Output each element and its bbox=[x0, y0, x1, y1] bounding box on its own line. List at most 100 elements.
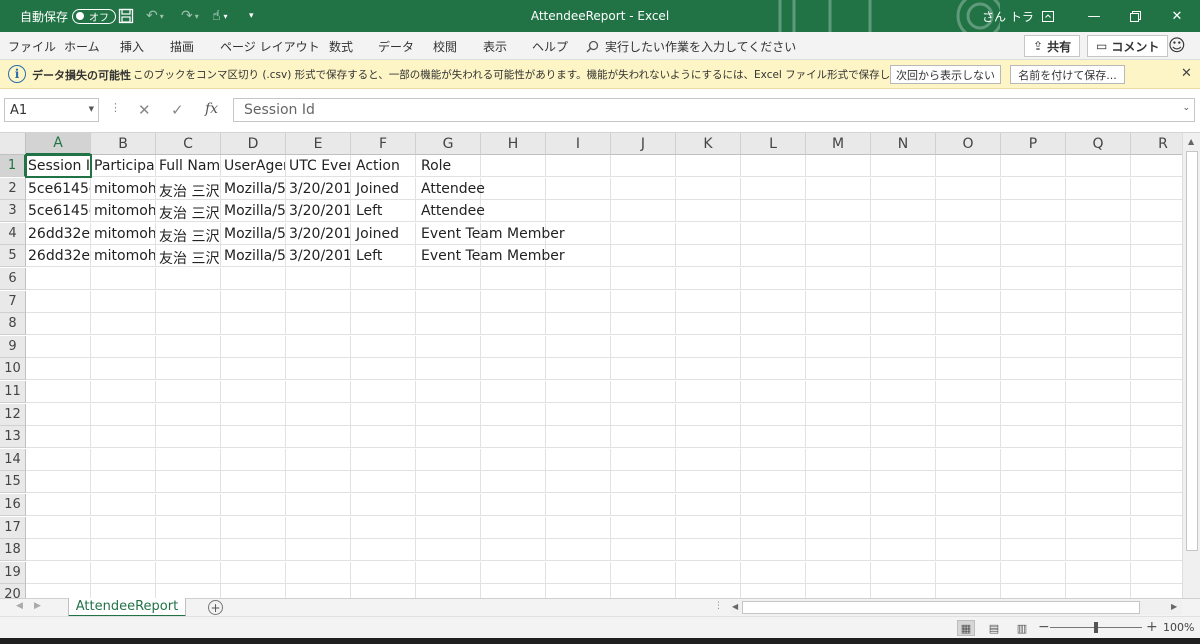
cell-d16[interactable] bbox=[221, 494, 286, 516]
column-header-i[interactable]: I bbox=[546, 133, 611, 155]
cell-m4[interactable] bbox=[806, 222, 871, 245]
cell-q3[interactable] bbox=[1066, 200, 1131, 223]
cell-l17[interactable] bbox=[741, 516, 806, 539]
cell-q11[interactable] bbox=[1066, 381, 1131, 403]
expand-formula-icon[interactable]: ⌄ bbox=[1182, 103, 1190, 113]
cell-b6[interactable] bbox=[91, 268, 156, 290]
cell-p13[interactable] bbox=[1001, 426, 1066, 449]
cell-p1[interactable] bbox=[1001, 155, 1066, 177]
cell-e20[interactable] bbox=[286, 584, 351, 598]
cell-a1[interactable]: Session Id bbox=[25, 154, 92, 178]
column-header-h[interactable]: H bbox=[481, 133, 546, 155]
cell-b13[interactable] bbox=[91, 426, 156, 449]
cell-g17[interactable] bbox=[416, 516, 481, 539]
cell-d8[interactable] bbox=[221, 313, 286, 336]
cell-j9[interactable] bbox=[611, 335, 676, 358]
cell-i19[interactable] bbox=[546, 561, 611, 584]
comments-button[interactable]: ▭ コメント bbox=[1087, 35, 1169, 57]
column-header-b[interactable]: B bbox=[91, 133, 156, 155]
cell-q16[interactable] bbox=[1066, 494, 1131, 516]
message-close-icon[interactable]: ✕ bbox=[1181, 66, 1192, 81]
cell-l4[interactable] bbox=[741, 222, 806, 245]
cell-i20[interactable] bbox=[546, 584, 611, 598]
cell-k15[interactable] bbox=[676, 471, 741, 494]
cell-j12[interactable] bbox=[611, 403, 676, 426]
cell-j14[interactable] bbox=[611, 448, 676, 471]
tab-draw[interactable]: 描画 bbox=[170, 32, 194, 60]
cell-p14[interactable] bbox=[1001, 448, 1066, 471]
cell-g19[interactable] bbox=[416, 561, 481, 584]
cell-p5[interactable] bbox=[1001, 245, 1066, 268]
column-header-l[interactable]: L bbox=[741, 133, 806, 155]
cell-l15[interactable] bbox=[741, 471, 806, 494]
cell-d9[interactable] bbox=[221, 335, 286, 358]
cell-h9[interactable] bbox=[481, 335, 546, 358]
row-header-5[interactable]: 5 bbox=[0, 245, 26, 268]
cell-p16[interactable] bbox=[1001, 494, 1066, 516]
prev-sheet-icon[interactable]: ◀ bbox=[16, 601, 23, 611]
cell-g13[interactable] bbox=[416, 426, 481, 449]
cell-b18[interactable] bbox=[91, 539, 156, 562]
cell-j5[interactable] bbox=[611, 245, 676, 268]
cell-n1[interactable] bbox=[871, 155, 936, 177]
redo-icon[interactable]: ↷ ▾ bbox=[181, 0, 199, 32]
cell-i18[interactable] bbox=[546, 539, 611, 562]
cell-j11[interactable] bbox=[611, 381, 676, 403]
cell-i10[interactable] bbox=[546, 358, 611, 381]
cell-p18[interactable] bbox=[1001, 539, 1066, 562]
cell-c14[interactable] bbox=[156, 448, 221, 471]
row-header-3[interactable]: 3 bbox=[0, 200, 26, 223]
cell-f17[interactable] bbox=[351, 516, 416, 539]
cell-f15[interactable] bbox=[351, 471, 416, 494]
insert-function-icon[interactable]: fx bbox=[205, 101, 218, 117]
zoom-out-icon[interactable]: − bbox=[1038, 619, 1050, 635]
vertical-scroll-thumb[interactable] bbox=[1186, 151, 1198, 551]
cell-m19[interactable] bbox=[806, 561, 871, 584]
cell-b2[interactable]: mitomoha bbox=[91, 177, 156, 200]
cell-a16[interactable] bbox=[26, 494, 91, 516]
cell-a13[interactable] bbox=[26, 426, 91, 449]
cell-n20[interactable] bbox=[871, 584, 936, 598]
scroll-right-icon[interactable]: ▶ bbox=[1171, 602, 1177, 611]
cell-k5[interactable] bbox=[676, 245, 741, 268]
cell-j4[interactable] bbox=[611, 222, 676, 245]
cell-l12[interactable] bbox=[741, 403, 806, 426]
cell-o17[interactable] bbox=[936, 516, 1001, 539]
row-header-17[interactable]: 17 bbox=[0, 516, 26, 539]
cell-m15[interactable] bbox=[806, 471, 871, 494]
page-break-preview-icon[interactable]: ▥ bbox=[1013, 620, 1031, 636]
cell-o11[interactable] bbox=[936, 381, 1001, 403]
cancel-icon[interactable]: ✕ bbox=[138, 101, 151, 119]
chevron-down-icon[interactable]: ▼ bbox=[89, 105, 94, 113]
select-all-corner[interactable] bbox=[0, 133, 26, 155]
cell-d15[interactable] bbox=[221, 471, 286, 494]
cell-e19[interactable] bbox=[286, 561, 351, 584]
cell-j6[interactable] bbox=[611, 268, 676, 290]
cell-l1[interactable] bbox=[741, 155, 806, 177]
cell-j2[interactable] bbox=[611, 177, 676, 200]
cell-b16[interactable] bbox=[91, 494, 156, 516]
minimize-icon[interactable]: — bbox=[1071, 0, 1117, 32]
cell-e17[interactable] bbox=[286, 516, 351, 539]
cell-i3[interactable] bbox=[546, 200, 611, 223]
cell-l13[interactable] bbox=[741, 426, 806, 449]
save-as-button[interactable]: 名前を付けて保存... bbox=[1010, 65, 1125, 84]
cell-e13[interactable] bbox=[286, 426, 351, 449]
cell-i14[interactable] bbox=[546, 448, 611, 471]
cell-i12[interactable] bbox=[546, 403, 611, 426]
cell-h16[interactable] bbox=[481, 494, 546, 516]
cell-a10[interactable] bbox=[26, 358, 91, 381]
cell-q1[interactable] bbox=[1066, 155, 1131, 177]
cell-a20[interactable] bbox=[26, 584, 91, 598]
cell-n10[interactable] bbox=[871, 358, 936, 381]
cell-f20[interactable] bbox=[351, 584, 416, 598]
row-header-19[interactable]: 19 bbox=[0, 561, 26, 584]
cell-d7[interactable] bbox=[221, 290, 286, 313]
cell-a6[interactable] bbox=[26, 268, 91, 290]
cell-n18[interactable] bbox=[871, 539, 936, 562]
cell-e8[interactable] bbox=[286, 313, 351, 336]
row-header-15[interactable]: 15 bbox=[0, 471, 26, 494]
cell-o12[interactable] bbox=[936, 403, 1001, 426]
row-header-6[interactable]: 6 bbox=[0, 268, 26, 290]
cell-p2[interactable] bbox=[1001, 177, 1066, 200]
